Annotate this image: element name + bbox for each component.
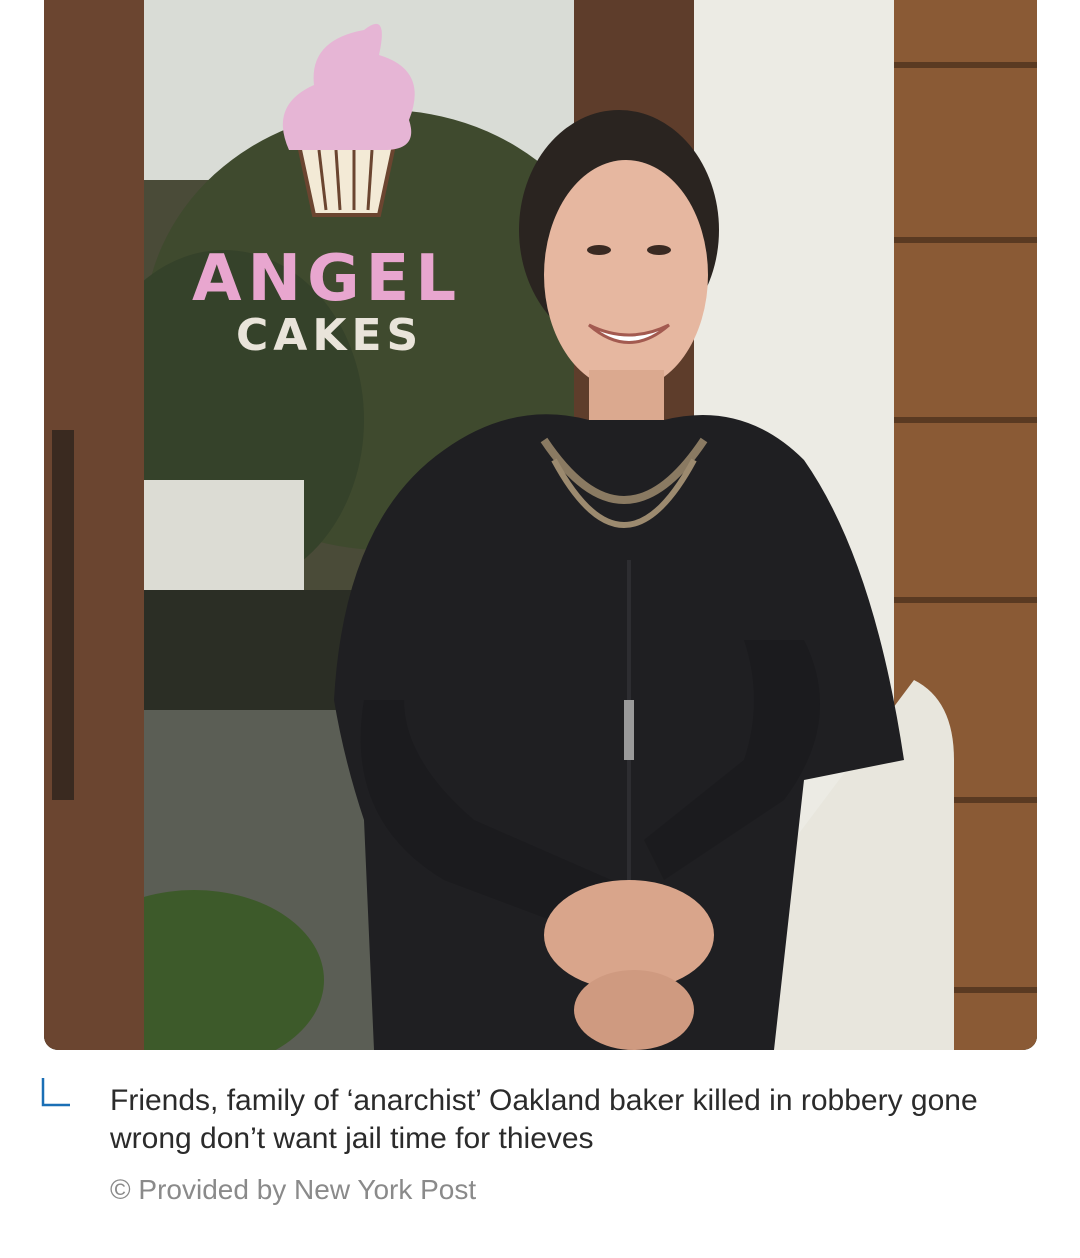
sign-line-2: CAKES: [236, 310, 423, 361]
sign-line-1: ANGEL: [192, 242, 462, 316]
photo-caption: Friends, family of ‘anarchist’ Oakland b…: [40, 1078, 1040, 1218]
photo-credit: © Provided by New York Post: [110, 1174, 477, 1205]
article-photo: ANGEL CAKES: [44, 0, 1037, 1050]
caption-corner-icon: [41, 1078, 70, 1107]
caption-title: Friends, family of ‘anarchist’ Oakland b…: [110, 1084, 978, 1155]
photo-illustration: ANGEL CAKES: [44, 0, 1037, 1050]
